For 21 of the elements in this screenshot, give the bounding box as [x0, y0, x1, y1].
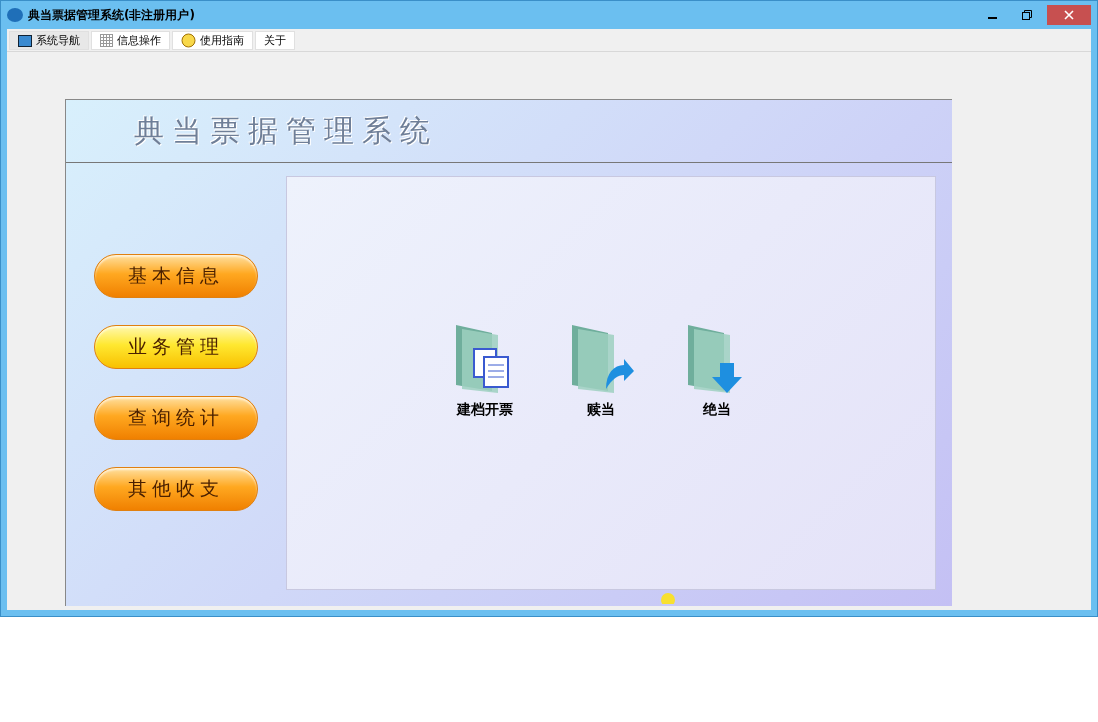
- minimize-icon: [987, 17, 997, 19]
- restore-icon: [1022, 10, 1032, 20]
- close-icon: [1064, 10, 1074, 20]
- app-logo-icon: [7, 8, 23, 22]
- menu-button[interactable]: 业务管理: [93, 325, 258, 369]
- banner-title: 典当票据管理系统: [133, 111, 438, 150]
- folder-action[interactable]: 赎当: [562, 323, 639, 419]
- grid-icon: [100, 34, 113, 47]
- menu-tab[interactable]: 使用指南: [172, 31, 253, 50]
- menu-tab[interactable]: 系统导航: [9, 31, 89, 50]
- monitor-icon: [18, 34, 32, 47]
- help-icon: [181, 33, 196, 48]
- window-title: 典当票据管理系统(非注册用户): [28, 6, 196, 24]
- menu-button[interactable]: 其他收支: [93, 467, 258, 511]
- folder-action[interactable]: 建档开票: [446, 323, 523, 419]
- close-button[interactable]: [1047, 5, 1091, 25]
- folder-action[interactable]: 绝当: [678, 323, 755, 419]
- menu-button[interactable]: 基本信息: [93, 254, 258, 298]
- menu-tab[interactable]: 关于: [255, 31, 295, 50]
- menu-button[interactable]: 查询统计: [93, 396, 258, 440]
- menu-tab[interactable]: 信息操作: [91, 31, 170, 50]
